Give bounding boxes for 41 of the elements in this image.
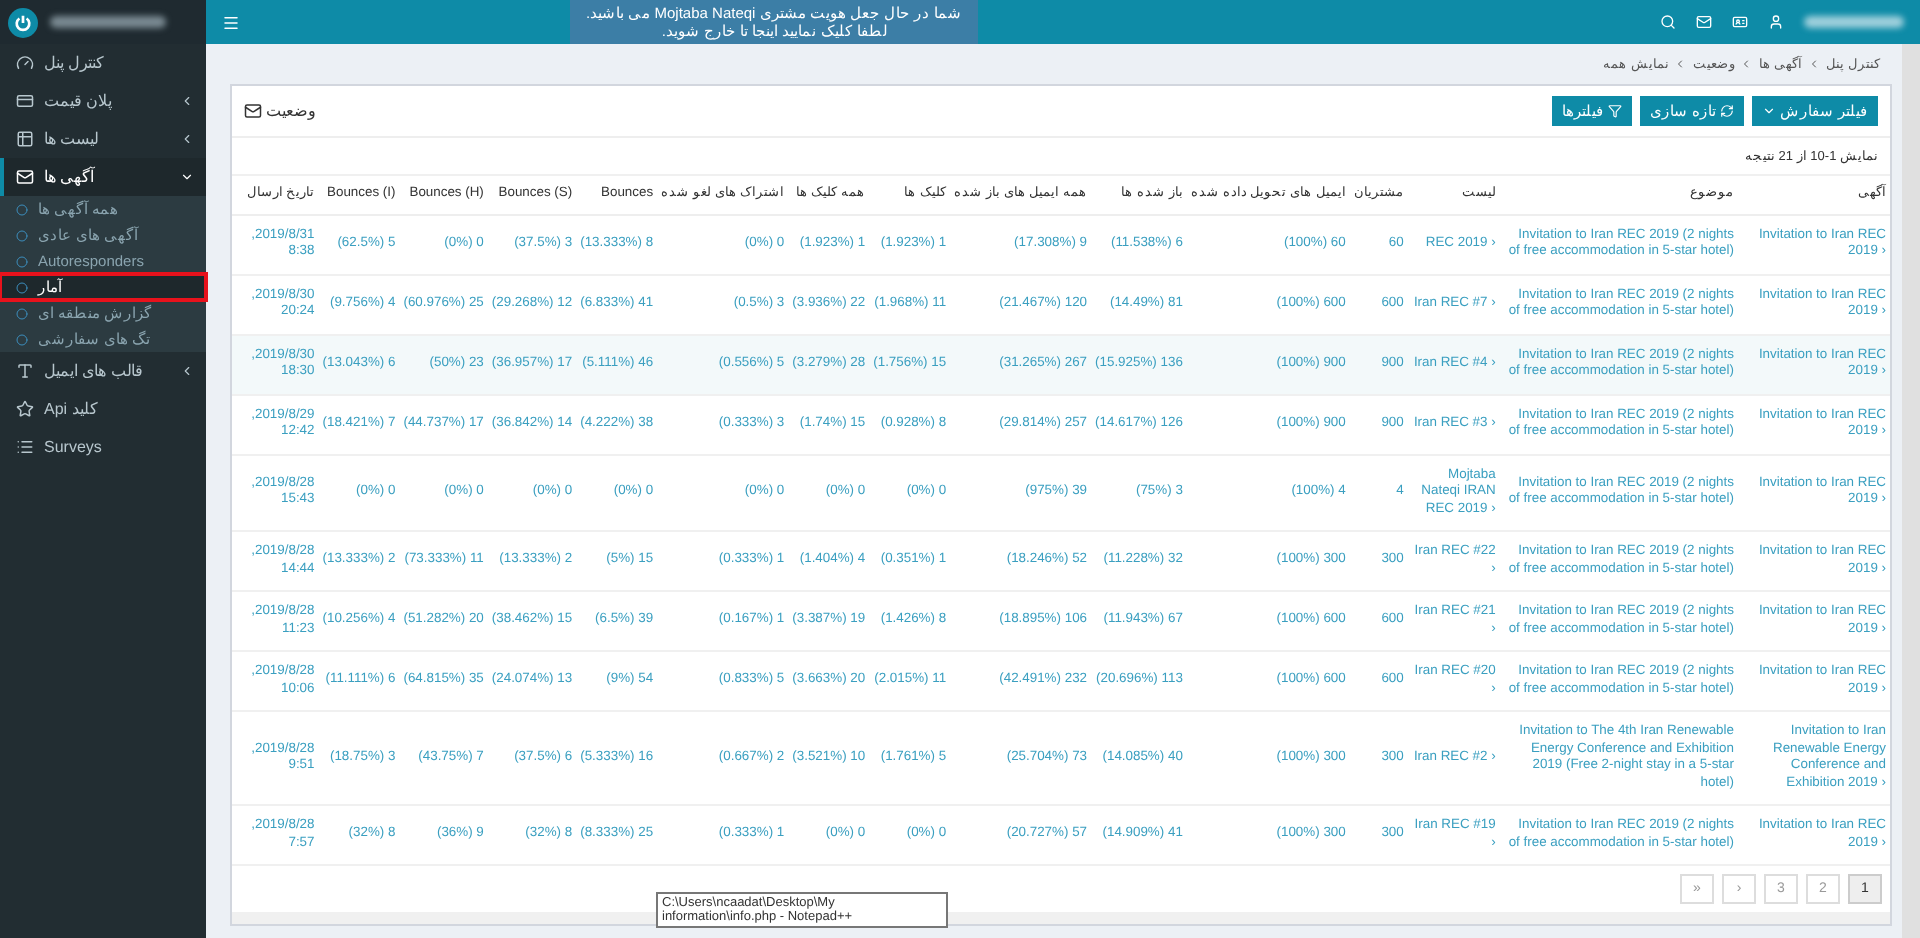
sidebar-item[interactable]: آگهی ها (0, 158, 206, 196)
chevron-left-icon (180, 132, 194, 146)
list-icon (16, 438, 34, 456)
sidebar-item[interactable]: Surveys (0, 428, 206, 466)
sidebar-item[interactable]: قالب های ایمیل (0, 352, 206, 390)
table-icon (16, 130, 34, 148)
circle-icon (16, 229, 28, 241)
circle-icon (16, 255, 28, 267)
card-icon[interactable] (1732, 14, 1748, 30)
sidebar-item[interactable]: پلان قیمت (0, 82, 206, 120)
menu-icon[interactable] (222, 13, 240, 31)
chevron-left-icon (180, 94, 194, 108)
type-icon (16, 362, 34, 380)
chevron-down-icon (180, 170, 194, 184)
power-icon (8, 7, 38, 37)
sidebar-item[interactable]: کنترل پنل (0, 44, 206, 82)
circle-icon (16, 307, 28, 319)
mail-icon (244, 102, 262, 120)
card-title: وضعیت (266, 102, 316, 120)
gauge-icon (16, 54, 34, 72)
blurred-username (50, 16, 166, 28)
blurred-username (1804, 16, 1904, 28)
filter-icon (1607, 104, 1622, 118)
refresh-icon (1719, 104, 1734, 118)
user-icon[interactable] (1768, 14, 1784, 30)
card-icon (16, 92, 34, 110)
circle-icon (16, 281, 28, 293)
mail-icon[interactable] (1696, 14, 1712, 30)
circle-icon (16, 203, 28, 215)
chevron-left-icon (180, 364, 194, 378)
sidebar-item[interactable]: لیست ها (0, 120, 206, 158)
chevron-left-icon (1674, 58, 1687, 70)
vertical-scrollbar[interactable] (1902, 44, 1920, 938)
chevron-left-icon (1808, 58, 1821, 70)
search-icon[interactable] (1660, 14, 1676, 30)
caret-icon (1761, 104, 1776, 118)
chevron-left-icon (1740, 58, 1753, 70)
circle-icon (16, 333, 28, 345)
mail-icon (16, 168, 34, 186)
sidebar-item[interactable]: Api کلید (0, 390, 206, 428)
star-icon (16, 400, 34, 418)
